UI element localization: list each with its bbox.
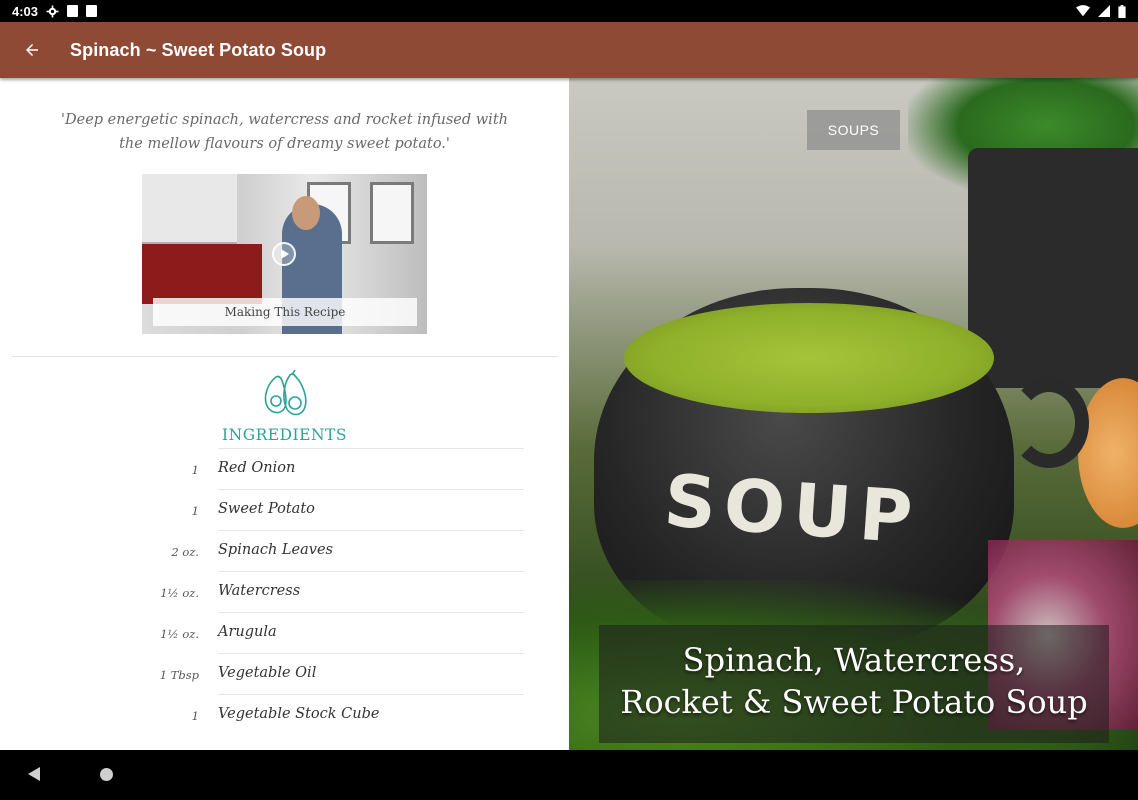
play-icon[interactable] (272, 242, 296, 266)
gear-icon (46, 5, 59, 17)
page-title: Spinach ~ Sweet Potato Soup (70, 39, 327, 60)
ingredients-title: INGREDIENTS (222, 426, 347, 444)
video-caption[interactable]: Making This Recipe (153, 298, 417, 326)
sd-card-icon (86, 5, 98, 17)
ingredient-row: 1½ oz. Arugula (0, 612, 569, 653)
ingredient-name: Vegetable Stock Cube (218, 694, 524, 735)
status-time: 4:03 (12, 3, 39, 19)
back-button[interactable] (0, 22, 64, 78)
ingredient-qty: 2 oz. (171, 545, 199, 559)
ingredient-name: Vegetable Oil (218, 653, 524, 694)
category-tag[interactable]: SOUPS (807, 110, 900, 150)
recipe-hero-image: SOUP SOUPS Spinach, Watercress, Rocket &… (569, 78, 1138, 750)
text-a-icon (67, 5, 79, 17)
ingredient-name: Spinach Leaves (218, 530, 524, 571)
ingredient-row: 1 Red Onion (0, 448, 569, 489)
hero-title: Spinach, Watercress, Rocket & Sweet Pota… (599, 625, 1109, 743)
ingredient-qty: 1 Tbsp (159, 668, 199, 682)
ingredient-qty: 1½ oz. (160, 627, 199, 641)
section-divider (11, 356, 558, 357)
avocado-icon (264, 369, 307, 416)
system-nav-bar (0, 750, 1138, 800)
recipe-quote: 'Deep energetic spinach, watercress and … (61, 112, 508, 152)
ingredient-name: Arugula (218, 612, 524, 653)
hero-title-line1: Spinach, Watercress, (682, 641, 1026, 679)
app-bar: Spinach ~ Sweet Potato Soup (0, 22, 1138, 78)
ingredient-name: Watercress (218, 571, 524, 612)
arrow-left-icon (26, 44, 38, 56)
ingredient-qty: 1 (191, 463, 199, 477)
ingredient-qty: 1 (191, 504, 199, 518)
signal-icon (1098, 5, 1110, 17)
status-bar: 4:03 (0, 0, 1138, 22)
ingredient-row: 1 Tbsp Vegetable Oil (0, 653, 569, 694)
ingredient-row: 2 oz. Spinach Leaves (0, 530, 569, 571)
ingredient-row: 1½ oz. Watercress (0, 571, 569, 612)
nav-back-icon[interactable] (28, 767, 40, 781)
recipe-detail-panel[interactable]: 'Deep energetic spinach, watercress and … (0, 78, 569, 750)
ingredient-qty: 1½ oz. (160, 586, 199, 600)
ingredient-name: Sweet Potato (218, 489, 524, 530)
background-sign (569, 78, 809, 138)
recipe-video-thumbnail[interactable]: Making This Recipe (142, 174, 427, 334)
ingredient-row: 1 Vegetable Stock Cube (0, 694, 569, 735)
ingredient-qty: 1 (191, 709, 199, 723)
wifi-icon (1076, 5, 1090, 17)
ingredients-list: 1 Red Onion 1 Sweet Potato 2 oz. Spinach… (0, 448, 569, 735)
battery-icon (1118, 4, 1126, 18)
ingredients-header: INGREDIENTS (0, 369, 569, 444)
ingredient-name: Red Onion (218, 448, 524, 489)
hero-title-line2: Rocket & Sweet Potato Soup (620, 683, 1088, 721)
nav-home-icon[interactable] (100, 768, 113, 781)
ingredient-row: 1 Sweet Potato (0, 489, 569, 530)
